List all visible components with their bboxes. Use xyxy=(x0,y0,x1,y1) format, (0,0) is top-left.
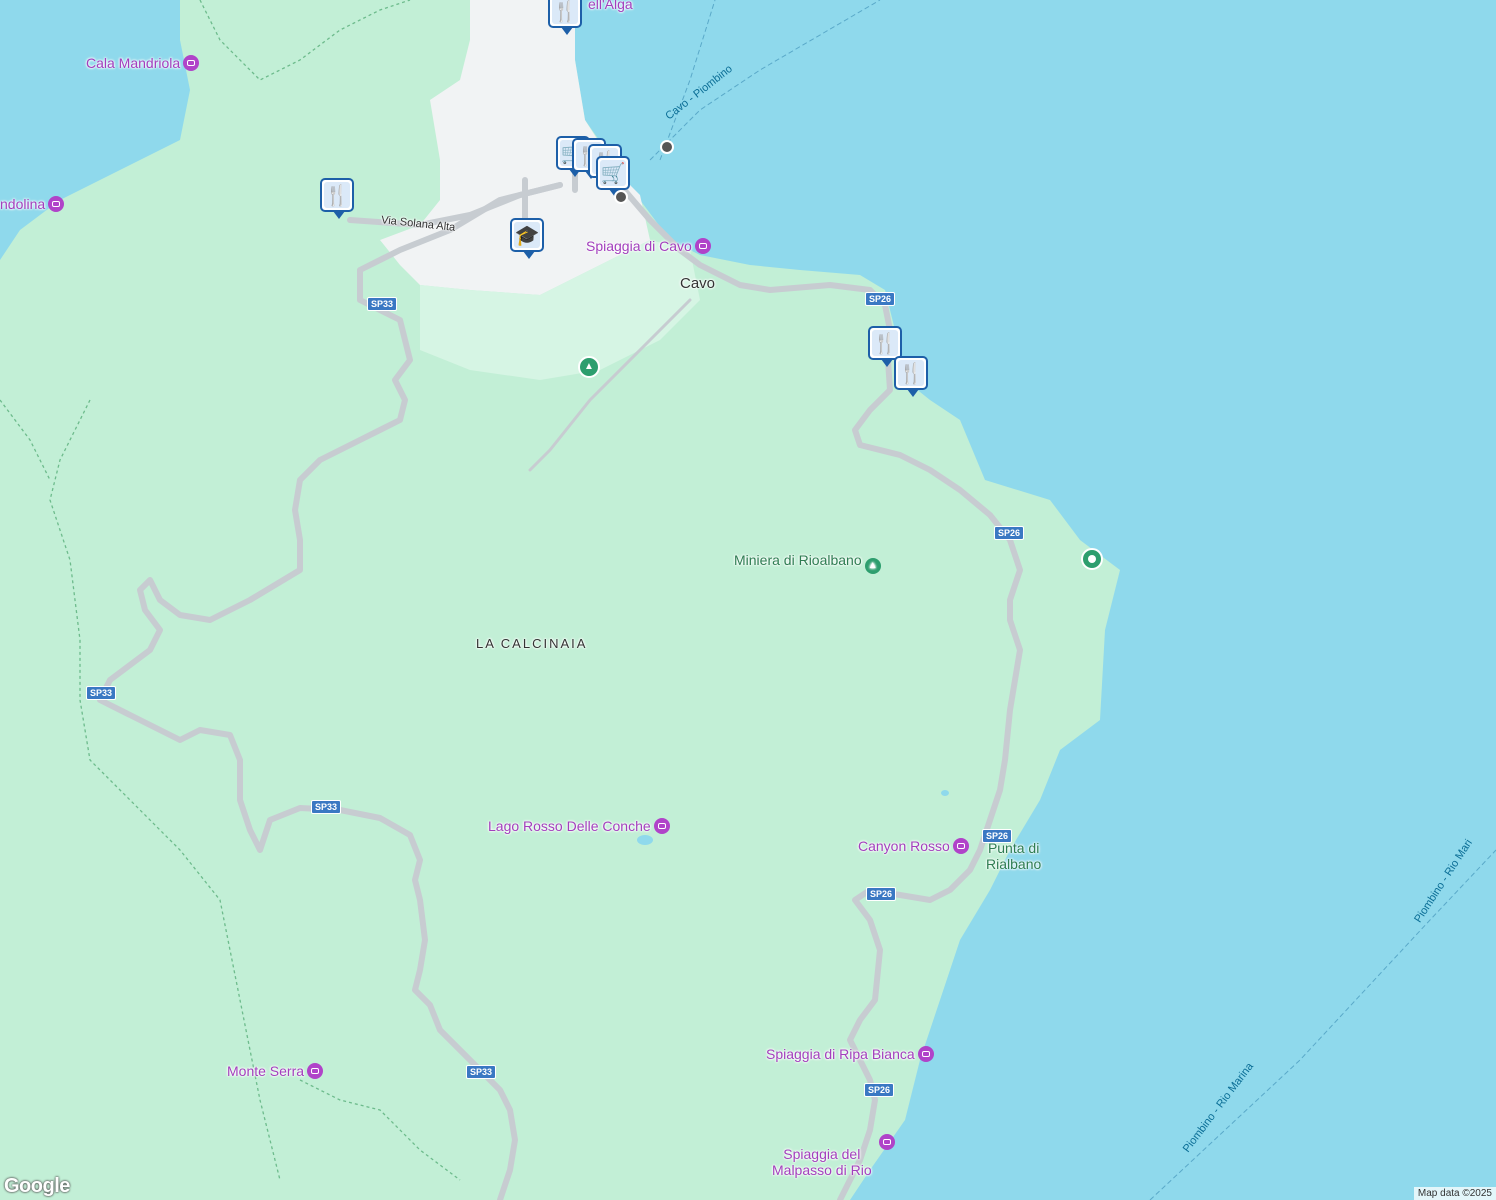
route-shield-sp26: SP26 xyxy=(994,526,1025,540)
camera-icon xyxy=(653,818,670,834)
shopping-pin[interactable]: 🛒 xyxy=(596,156,630,197)
poi-label: ndolina xyxy=(0,196,46,212)
camera-icon xyxy=(694,238,711,254)
route-shield-sp33: SP33 xyxy=(311,800,342,814)
poi-spiaggia-malpasso[interactable]: Spiaggia del Malpasso di Rio xyxy=(772,1130,872,1178)
poi-label: Miniera di Rioalbano xyxy=(734,552,862,568)
route-shield-sp33: SP33 xyxy=(86,686,117,700)
fork-knife-icon: 🍴 xyxy=(898,360,924,386)
restaurant-pin[interactable]: 🍴 xyxy=(894,356,928,397)
map-attribution: Map data ©2025 xyxy=(1413,1187,1496,1200)
poi-lago-rosso[interactable]: Lago Rosso Delle Conche xyxy=(488,818,670,834)
google-logo: Google xyxy=(4,1175,70,1197)
route-shield-sp33: SP33 xyxy=(466,1065,497,1079)
poi-spiaggia-di-cavo[interactable]: Spiaggia di Cavo xyxy=(586,238,711,254)
poi-top-partial[interactable]: ell'Alga xyxy=(588,0,633,12)
poi-label: ell'Alga xyxy=(588,0,633,12)
restaurant-pin[interactable]: 🍴 xyxy=(868,326,902,367)
route-shield-sp26: SP26 xyxy=(866,887,897,901)
camera-icon xyxy=(183,55,200,71)
poi-label: Canyon Rosso xyxy=(858,838,950,854)
ferry-terminal-icon[interactable] xyxy=(660,140,674,154)
place-punta-di-rialbano: Punta di Rialbano xyxy=(986,840,1042,872)
fork-knife-icon: 🍴 xyxy=(872,330,898,356)
tree-icon: ▲ xyxy=(864,558,881,574)
fork-knife-icon: 🍴 xyxy=(324,182,350,208)
campground-icon[interactable]: ▲ xyxy=(578,356,600,378)
route-shield-sp26: SP26 xyxy=(865,292,896,306)
camera-icon xyxy=(879,1134,895,1150)
area-la-calcinaia: LA CALCINAIA xyxy=(476,636,588,651)
camera-icon xyxy=(48,196,65,212)
camera-icon xyxy=(307,1063,324,1079)
place-marker-icon[interactable] xyxy=(1081,548,1103,570)
school-pin[interactable]: 🎓 xyxy=(510,218,544,259)
poi-miniera-di-rioalbano[interactable]: Miniera di Rioalbano ▲ xyxy=(734,552,881,574)
poi-canyon-rosso[interactable]: Canyon Rosso xyxy=(858,838,969,854)
route-shield-sp26: SP26 xyxy=(864,1083,895,1097)
poi-label: Monte Serra xyxy=(227,1063,305,1079)
poi-cala-mandriola[interactable]: Cala Mandriola xyxy=(86,55,200,71)
restaurant-pin[interactable]: 🍴 xyxy=(320,178,354,219)
ferry-terminal-icon[interactable] xyxy=(614,190,628,204)
route-shield-sp33: SP33 xyxy=(367,297,398,311)
poi-label: Spiaggia di Cavo xyxy=(586,238,692,254)
poi-mandolina[interactable]: ndolina xyxy=(0,196,65,212)
camera-icon xyxy=(917,1046,934,1062)
poi-spiaggia-ripa-bianca[interactable]: Spiaggia di Ripa Bianca xyxy=(766,1046,934,1062)
map-canvas[interactable] xyxy=(0,0,1496,1200)
cart-icon: 🛒 xyxy=(600,160,626,186)
route-shield-sp26: SP26 xyxy=(982,829,1013,843)
camera-icon xyxy=(952,838,969,854)
poi-monte-serra[interactable]: Monte Serra xyxy=(227,1063,324,1079)
poi-label: Spiaggia di Ripa Bianca xyxy=(766,1046,915,1062)
poi-label: Spiaggia del Malpasso di Rio xyxy=(772,1146,872,1178)
restaurant-pin[interactable]: 🍴 xyxy=(548,0,582,35)
poi-label: Cala Mandriola xyxy=(86,55,181,71)
fork-knife-icon: 🍴 xyxy=(552,0,578,24)
poi-label: Lago Rosso Delle Conche xyxy=(488,818,651,834)
place-cavo: Cavo xyxy=(680,275,716,292)
graduation-cap-icon: 🎓 xyxy=(514,222,540,248)
